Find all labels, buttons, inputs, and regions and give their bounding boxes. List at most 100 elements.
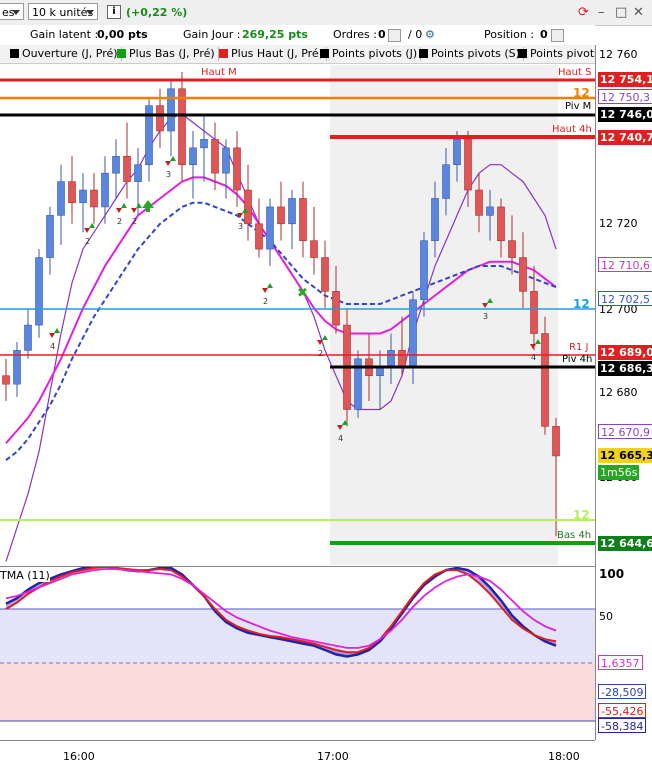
- candle: [90, 189, 98, 208]
- indicator-legend: Ouverture (J, Pré) Plus Bas (J, Pré) Plu…: [0, 45, 595, 64]
- signal-number: 3: [483, 312, 488, 321]
- candle: [68, 181, 76, 204]
- gear-icon[interactable]: ⚙: [425, 28, 435, 41]
- minimize-icon[interactable]: –: [598, 5, 605, 20]
- candle: [57, 181, 65, 216]
- sell-arrow-icon: [49, 333, 55, 338]
- signal-number: 4: [338, 434, 343, 443]
- size-select[interactable]: 10 k unités: [28, 3, 98, 20]
- osc-upper-zone: [0, 609, 595, 663]
- level-label-orange: 12: [573, 86, 590, 100]
- candle: [442, 164, 450, 199]
- axis-tick: 12 760: [599, 48, 638, 61]
- candle: [35, 257, 43, 326]
- signal-number: 2: [263, 297, 268, 306]
- cross-icon: ✖: [297, 286, 308, 301]
- buy-arrow-icon: [54, 328, 60, 333]
- buy-arrow-icon: [267, 283, 273, 288]
- candle: [508, 240, 516, 258]
- buy-arrow-icon: [322, 335, 328, 340]
- price-tag-bb-upper: 12 750,3: [598, 89, 652, 104]
- candle: [211, 139, 219, 174]
- signal-number: 2: [85, 237, 90, 246]
- refresh-icon[interactable]: ⟳: [578, 5, 589, 20]
- chevron-down-icon: [12, 10, 20, 15]
- axis-tick: 12 680: [599, 386, 638, 399]
- latent-gain-value: 0,00 pts: [97, 28, 148, 41]
- price-tag-bas-4h: 12 644,6: [598, 536, 652, 551]
- position-label: Position :: [484, 28, 535, 41]
- signal-number: 2: [318, 349, 323, 358]
- maximize-icon[interactable]: □: [615, 5, 627, 20]
- osc-name: TMA (11): [0, 569, 50, 582]
- legend-item-low[interactable]: Plus Bas (J, Pré): [117, 47, 219, 61]
- price-axis[interactable]: 12 760 12 720 12 700 12 680 12 660 12 75…: [595, 45, 652, 740]
- legend-item-high[interactable]: Plus Haut (J, Pré): [219, 47, 327, 61]
- candle: [123, 155, 131, 182]
- candle: [464, 139, 472, 191]
- price-tag-ma-magenta: 12 710,6: [598, 257, 652, 272]
- price-tag-r1-j: 12 689,0: [598, 345, 652, 360]
- candle: [453, 139, 461, 166]
- osc-tag: -58,384: [598, 718, 647, 733]
- sell-arrow-icon: [165, 161, 171, 166]
- price-tag-haut-s: 12 754,1: [598, 72, 652, 87]
- candle: [519, 257, 527, 292]
- osc-tag: -28,509: [598, 684, 647, 699]
- orders-icon[interactable]: [388, 29, 401, 42]
- level-label-piv-m: Piv M: [565, 101, 592, 112]
- time-axis-line: [0, 740, 595, 741]
- candle: [552, 426, 560, 457]
- candle: [299, 198, 307, 241]
- instrument-select[interactable]: es: [0, 3, 24, 20]
- candle: [24, 324, 32, 351]
- price-tag-bb-lower: 12 670,9: [598, 424, 652, 439]
- legend-item-pivots-week[interactable]: Points pivots (S): [419, 47, 524, 61]
- sell-arrow-icon: [262, 288, 268, 293]
- candle: [244, 189, 252, 225]
- legend-item-open[interactable]: Ouverture (J, Pré): [10, 47, 122, 61]
- osc-lower-zone: [0, 663, 595, 721]
- candle: [46, 215, 54, 258]
- level-label-piv-4h: Piv 4h: [562, 354, 593, 365]
- candle: [530, 291, 538, 334]
- signal-number: 3: [238, 222, 243, 231]
- candle: [277, 206, 285, 225]
- candle: [156, 105, 164, 132]
- candle: [332, 291, 340, 326]
- signal-number: 2: [117, 217, 122, 226]
- candle: [2, 375, 10, 385]
- level-label-lime: 12: [573, 508, 590, 522]
- size-select-label: 10 k unités: [32, 6, 94, 19]
- signal-number: 4: [531, 353, 536, 362]
- candle: [387, 350, 395, 368]
- price-chart[interactable]: 4 2 2 2 3 3 2 2 4 3 4 ✖: [0, 63, 595, 566]
- buy-arrow-icon: [136, 203, 142, 208]
- buy-arrow-icon: [170, 156, 176, 161]
- osc-tick-50: 50: [599, 610, 613, 623]
- time-label: 16:00: [63, 750, 95, 763]
- candle: [376, 366, 384, 377]
- sell-arrow-icon: [131, 208, 137, 213]
- candle: [112, 155, 120, 174]
- chevron-down-icon: [86, 10, 94, 15]
- pane-separator: [0, 566, 595, 567]
- candle: [233, 147, 241, 191]
- info-icon[interactable]: i: [107, 5, 121, 19]
- candle: [200, 139, 208, 149]
- candle: [431, 198, 439, 241]
- candle: [189, 147, 197, 166]
- candle: [255, 223, 263, 250]
- legend-item-pivots-day[interactable]: Points pivots (J): [320, 47, 422, 61]
- legend-item-pivots[interactable]: Points pivots: [518, 47, 595, 61]
- level-label-haut-s: Haut S: [558, 67, 592, 78]
- oscillator-chart[interactable]: [0, 567, 595, 740]
- position-icon[interactable]: [551, 29, 564, 42]
- info-bar: Gain latent : 0,00 pts Gain Jour : 269,2…: [0, 25, 595, 46]
- orders-label: Ordres :: [333, 28, 377, 41]
- close-icon[interactable]: ✕: [633, 5, 644, 20]
- buy-arrow-icon: [121, 203, 127, 208]
- level-label-haut-m: Haut M: [201, 67, 237, 78]
- candle: [420, 240, 428, 301]
- level-label-r1-j: R1 J: [569, 342, 589, 353]
